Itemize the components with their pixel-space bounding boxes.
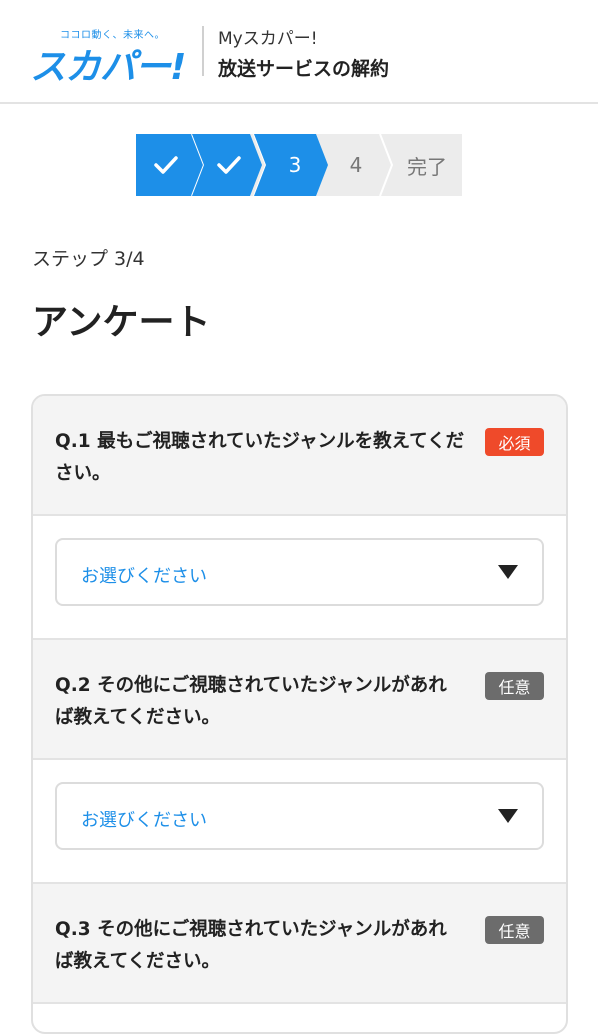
step-count: ステップ 3/4 — [32, 248, 145, 270]
question-2-select[interactable]: お選びください — [55, 782, 544, 850]
select-placeholder: お選びください — [81, 566, 207, 587]
question-1-header: Q.1 最もご視聴されていたジャンルを教えてください。 必須 — [33, 396, 566, 516]
select-placeholder: お選びください — [81, 810, 207, 831]
header-title: 放送サービスの解約 — [218, 58, 390, 80]
site-header: ココロ動く、未来へ。 スカパー! Myスカパー! 放送サービスの解約 — [0, 0, 598, 104]
question-2-body: お選びください — [33, 760, 566, 884]
question-3-header: Q.3 その他にご視聴されていたジャンルがあれば教えてください。 任意 — [33, 884, 566, 1004]
skyperfect-logo[interactable]: ココロ動く、未来へ。 スカパー! — [30, 26, 190, 88]
dropdown-arrow-icon — [498, 809, 518, 823]
question-1-text: Q.1 最もご視聴されていたジャンルを教えてください。 — [55, 431, 465, 484]
required-badge: 必須 — [485, 428, 544, 456]
question-1-body: お選びください — [33, 516, 566, 640]
question-3-text: Q.3 その他にご視聴されていたジャンルがあれば教えてください。 — [55, 919, 447, 972]
optional-badge: 任意 — [485, 916, 544, 944]
step-3-label: 3 — [288, 153, 302, 177]
dropdown-arrow-icon — [498, 565, 518, 579]
question-2-text: Q.2 その他にご視聴されていたジャンルがあれば教えてください。 — [55, 675, 447, 728]
header-divider — [202, 26, 204, 76]
step-complete-label: 完了 — [407, 154, 447, 179]
checkmark-icon — [154, 156, 178, 174]
question-1-select[interactable]: お選びください — [55, 538, 544, 606]
survey-card: Q.1 最もご視聴されていたジャンルを教えてください。 必須 お選びください Q… — [31, 394, 568, 1034]
my-skyperfect-label: Myスカパー! — [218, 29, 318, 49]
step-4-label: 4 — [349, 153, 363, 177]
checkmark-icon — [217, 156, 241, 174]
progress-stepper: 3 4 完了 — [136, 134, 462, 196]
page-title: アンケート — [32, 302, 211, 343]
step-complete-pending: 完了 — [392, 134, 462, 196]
step-3-current: 3 — [254, 134, 328, 196]
optional-badge: 任意 — [485, 672, 544, 700]
question-2-header: Q.2 その他にご視聴されていたジャンルがあれば教えてください。 任意 — [33, 640, 566, 760]
logo-text: スカパー! — [30, 47, 186, 88]
